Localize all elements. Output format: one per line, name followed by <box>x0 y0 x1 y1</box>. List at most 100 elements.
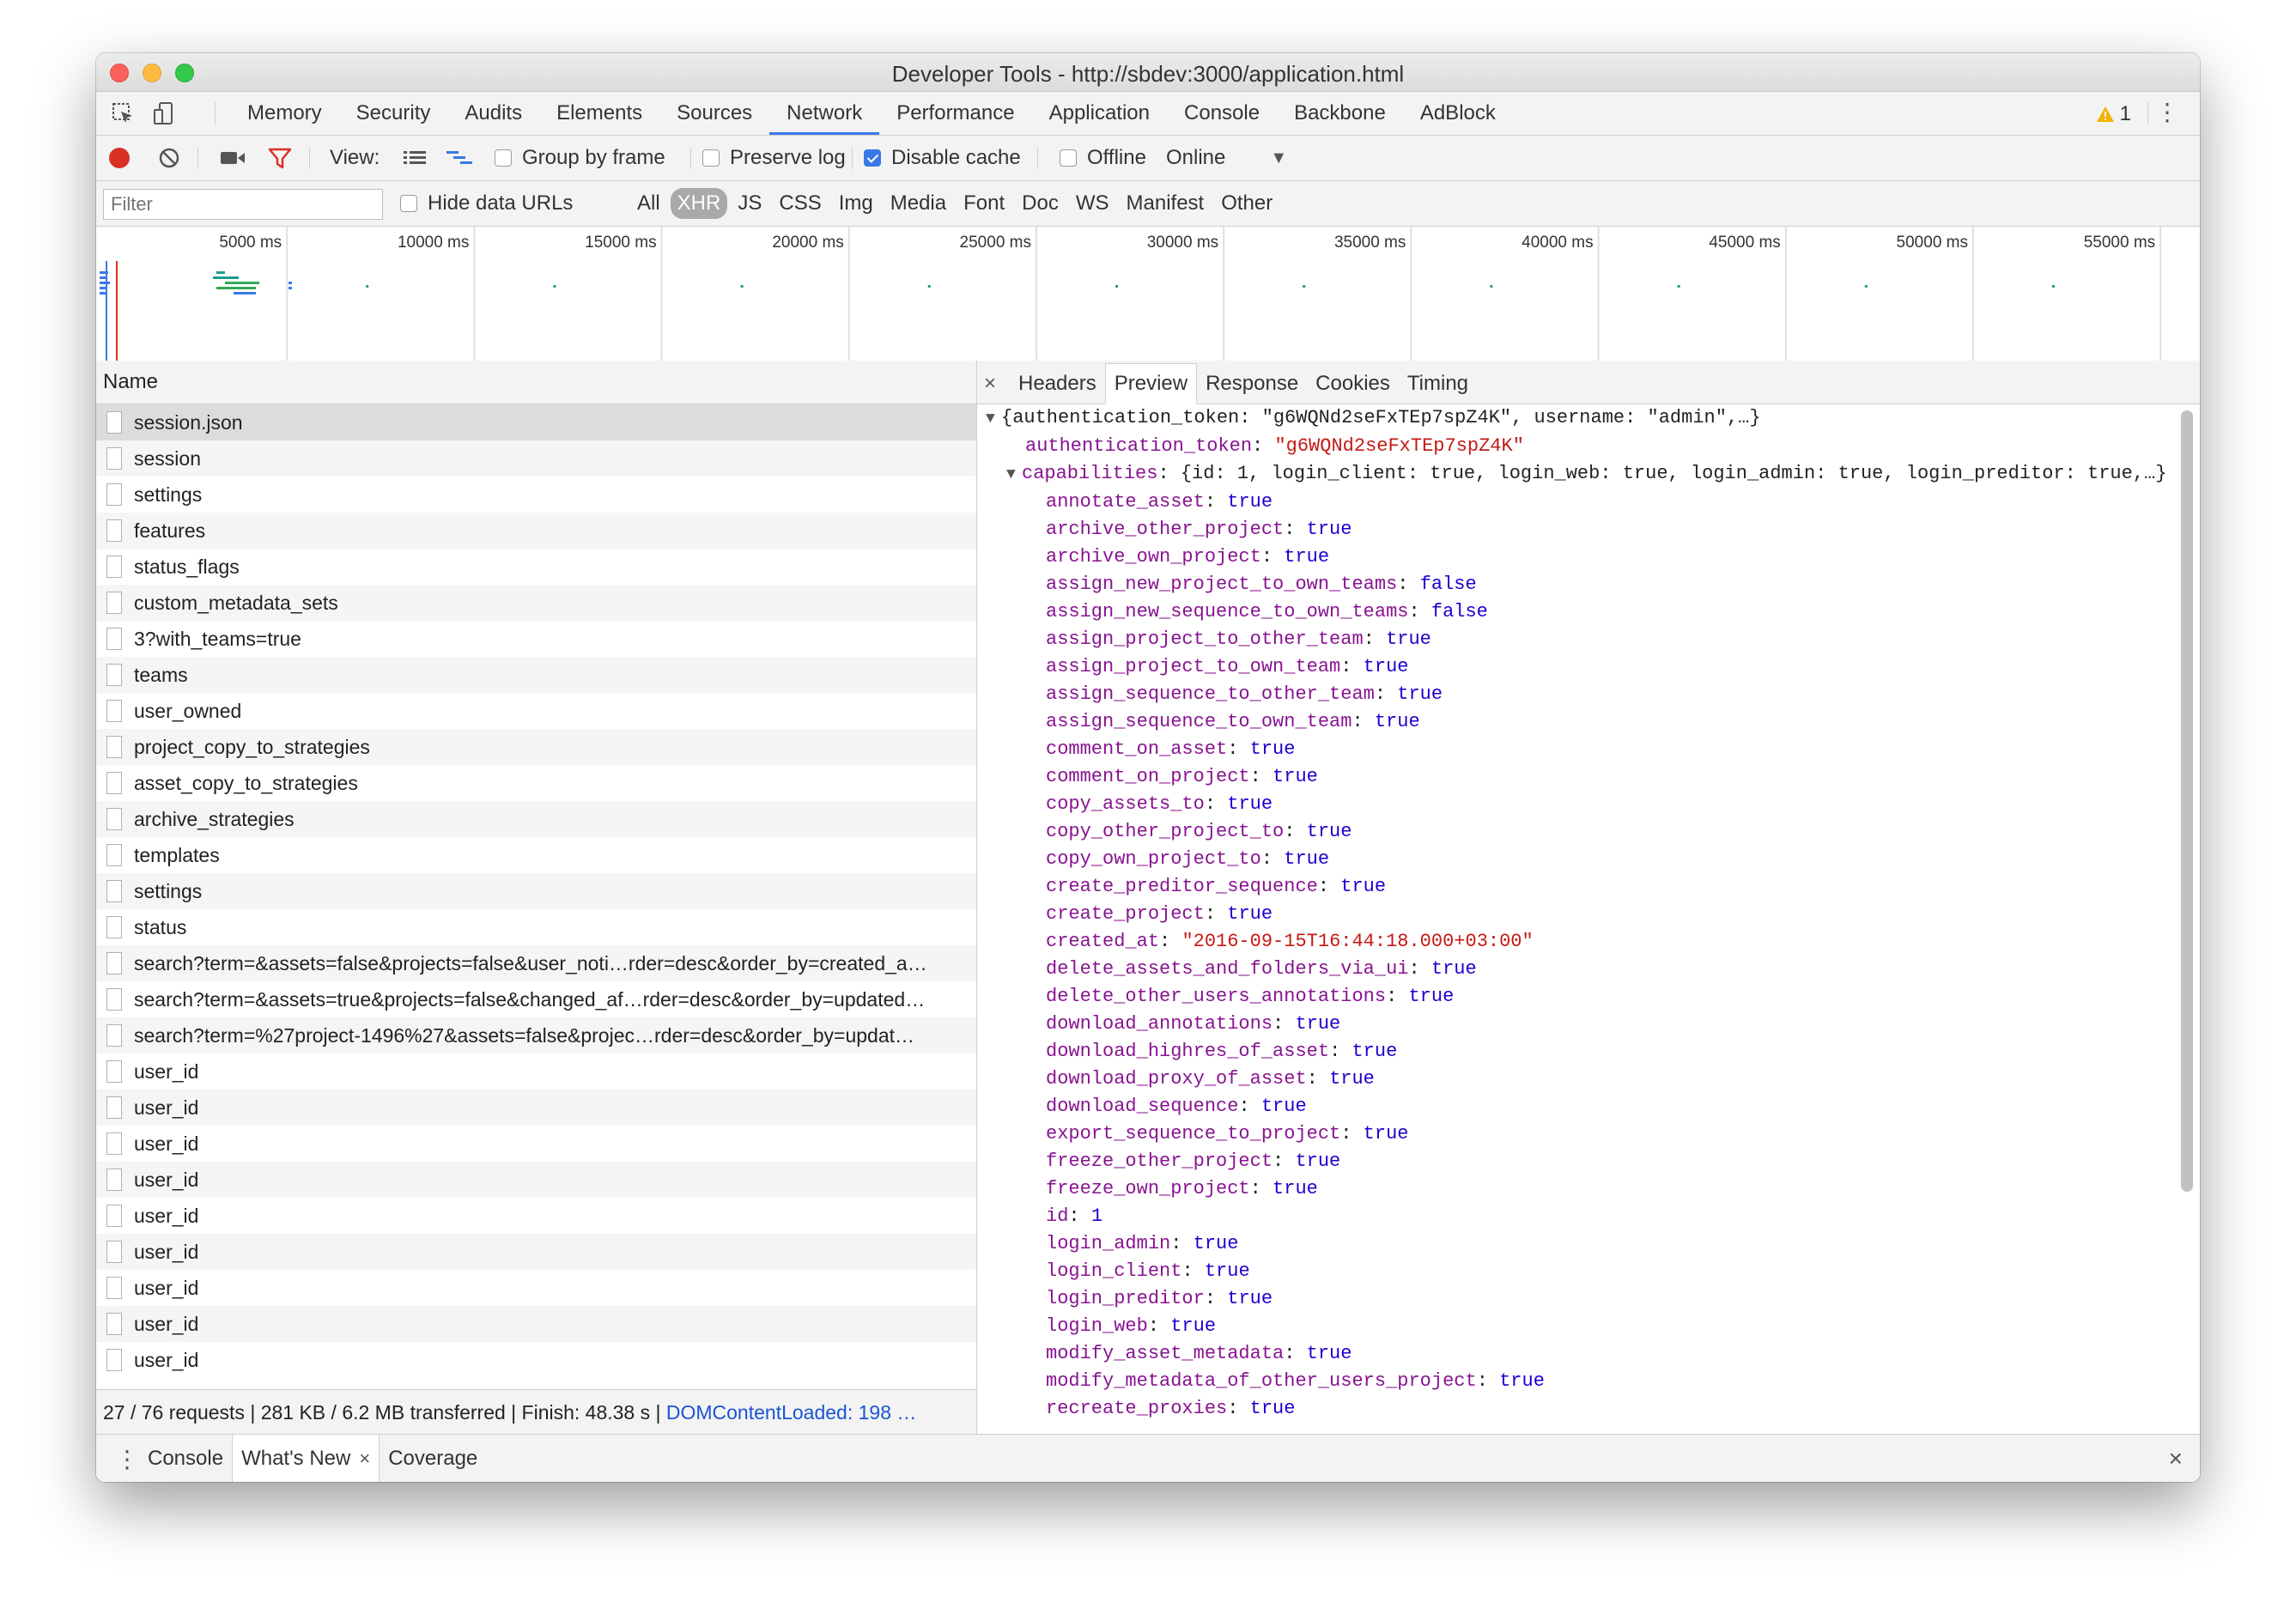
offline-label: Offline <box>1087 146 1146 169</box>
prop-value: true <box>1249 738 1296 760</box>
request-row[interactable]: status_flags <box>96 549 976 585</box>
group-by-frame-toggle[interactable]: Group by frame <box>495 136 665 180</box>
file-icon <box>106 556 122 578</box>
tab-network[interactable]: Network <box>769 92 880 135</box>
request-row[interactable]: features <box>96 513 976 549</box>
large-rows-button[interactable] <box>402 136 428 180</box>
request-row[interactable]: user_id <box>96 1342 976 1378</box>
drawer-menu-icon[interactable]: ⋮ <box>115 1445 139 1473</box>
request-row[interactable]: settings <box>96 873 976 909</box>
detail-tab-cookies[interactable]: Cookies <box>1307 364 1399 404</box>
window-title: Developer Tools - http://sbdev:3000/appl… <box>891 61 1405 87</box>
request-row[interactable]: user_id <box>96 1270 976 1306</box>
filter-type-css[interactable]: CSS <box>772 188 828 219</box>
waterfall-icon <box>446 151 472 164</box>
request-row[interactable]: project_copy_to_strategies <box>96 729 976 765</box>
request-row[interactable]: search?term=%27project-1496%27&assets=fa… <box>96 1017 976 1053</box>
capabilities-line[interactable]: ▼ capabilities: {id: 1, login_client: tru… <box>977 460 2179 489</box>
disable-cache-toggle[interactable]: Disable cache <box>864 136 1021 180</box>
request-row[interactable]: templates <box>96 837 976 873</box>
hide-data-urls-toggle[interactable]: Hide data URLs <box>400 181 573 226</box>
dom-content-loaded-link[interactable]: DOMContentLoaded: 198 … <box>666 1401 917 1424</box>
tab-adblock[interactable]: AdBlock <box>1403 92 1513 135</box>
record-button[interactable] <box>108 136 131 180</box>
waterfall-view-button[interactable] <box>445 136 474 180</box>
throttling-select[interactable]: Online ▼ <box>1166 136 1287 180</box>
request-row[interactable]: status <box>96 909 976 945</box>
tab-elements[interactable]: Elements <box>539 92 659 135</box>
tab-performance[interactable]: Performance <box>879 92 1031 135</box>
filter-type-other[interactable]: Other <box>1214 188 1279 219</box>
warnings-indicator[interactable]: 1 <box>2096 102 2131 126</box>
filter-toggle-button[interactable] <box>268 136 292 180</box>
inspect-element-icon[interactable] <box>110 100 136 126</box>
request-row[interactable]: session <box>96 440 976 477</box>
detail-tab-response[interactable]: Response <box>1197 364 1307 404</box>
detail-tab-preview[interactable]: Preview <box>1104 363 1198 404</box>
drawer-tab-coverage[interactable]: Coverage <box>380 1435 486 1482</box>
group-by-frame-checkbox[interactable] <box>495 149 512 167</box>
offline-toggle[interactable]: Offline <box>1060 136 1146 180</box>
detail-tab-timing[interactable]: Timing <box>1399 364 1477 404</box>
preview-scrollbar[interactable] <box>2181 410 2193 1192</box>
close-tab-icon[interactable]: × <box>359 1448 370 1469</box>
filter-type-all[interactable]: All <box>630 188 667 219</box>
close-drawer-icon[interactable]: × <box>2169 1445 2183 1472</box>
filter-type-manifest[interactable]: Manifest <box>1120 188 1212 219</box>
request-row[interactable]: custom_metadata_sets <box>96 585 976 621</box>
detail-tab-headers[interactable]: Headers <box>1010 364 1105 404</box>
request-row[interactable]: asset_copy_to_strategies <box>96 765 976 801</box>
filter-type-media[interactable]: Media <box>884 188 953 219</box>
filter-type-ws[interactable]: WS <box>1069 188 1116 219</box>
tab-security[interactable]: Security <box>339 92 448 135</box>
prop-key: download_proxy_of_asset <box>1046 1068 1307 1090</box>
request-row[interactable]: user_id <box>96 1126 976 1162</box>
prop-value: true <box>1284 848 1330 870</box>
device-toolbar-icon[interactable] <box>151 100 177 126</box>
tab-audits[interactable]: Audits <box>447 92 539 135</box>
expand-triangle-icon[interactable]: ▼ <box>1006 461 1022 489</box>
request-row[interactable]: user_owned <box>96 693 976 729</box>
filter-input[interactable] <box>103 189 383 220</box>
request-row[interactable]: user_id <box>96 1162 976 1198</box>
tab-console[interactable]: Console <box>1167 92 1277 135</box>
request-row[interactable]: search?term=&assets=false&projects=false… <box>96 945 976 981</box>
timeline-overview[interactable]: 5000 ms 10000 ms 15000 ms 20000 ms 25000 ms 3… <box>96 227 2200 365</box>
filter-type-js[interactable]: JS <box>731 188 768 219</box>
request-row[interactable]: 3?with_teams=true <box>96 621 976 657</box>
tab-backbone[interactable]: Backbone <box>1277 92 1403 135</box>
request-row[interactable]: user_id <box>96 1090 976 1126</box>
hide-data-urls-checkbox[interactable] <box>400 195 417 212</box>
request-row[interactable]: user_id <box>96 1306 976 1342</box>
name-column-header[interactable]: Name <box>96 361 976 404</box>
drawer-tab-what-s-new[interactable]: What's New × <box>232 1435 380 1482</box>
close-detail-icon[interactable]: × <box>977 364 1010 404</box>
offline-checkbox[interactable] <box>1060 149 1077 167</box>
tab-application[interactable]: Application <box>1032 92 1167 135</box>
json-property-line: download_annotations: true <box>1046 1013 1341 1035</box>
request-row[interactable]: search?term=&assets=true&projects=false&… <box>96 981 976 1017</box>
preview-root-line[interactable]: ▼ {authentication_token: "g6WQNd2seFxTEp7… <box>977 404 2179 433</box>
capture-screenshots-button[interactable] <box>220 136 246 180</box>
drawer-tab-console[interactable]: Console <box>139 1435 232 1482</box>
preserve-log-toggle[interactable]: Preserve log <box>702 136 846 180</box>
tab-memory[interactable]: Memory <box>230 92 339 135</box>
filter-type-img[interactable]: Img <box>832 188 880 219</box>
filter-type-doc[interactable]: Doc <box>1015 188 1066 219</box>
clear-button[interactable] <box>158 136 180 180</box>
request-row[interactable]: user_id <box>96 1053 976 1090</box>
expand-triangle-icon[interactable]: ▼ <box>986 405 1001 433</box>
preserve-log-checkbox[interactable] <box>702 149 720 167</box>
filter-type-xhr[interactable]: XHR <box>670 188 728 219</box>
request-row[interactable]: user_id <box>96 1234 976 1270</box>
filter-type-font[interactable]: Font <box>957 188 1011 219</box>
tab-sources[interactable]: Sources <box>659 92 769 135</box>
request-row[interactable]: teams <box>96 657 976 693</box>
request-row[interactable]: user_id <box>96 1198 976 1234</box>
request-row[interactable]: session.json <box>96 404 976 440</box>
more-options-icon[interactable]: ⋮ <box>2155 100 2179 124</box>
request-row[interactable]: archive_strategies <box>96 801 976 837</box>
json-property-line: freeze_other_project: true <box>1046 1150 1341 1172</box>
request-row[interactable]: settings <box>96 477 976 513</box>
disable-cache-checkbox[interactable] <box>864 149 881 167</box>
